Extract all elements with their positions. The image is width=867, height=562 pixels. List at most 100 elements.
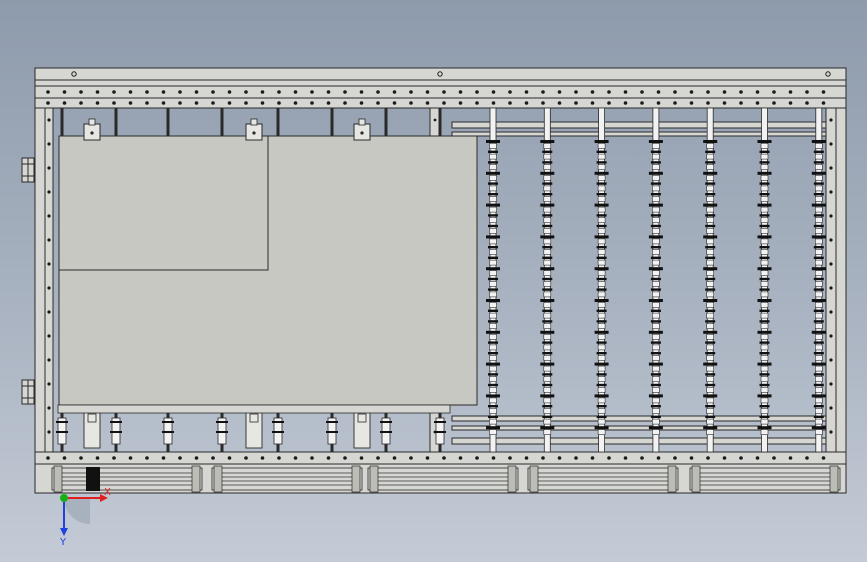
- bolt: [829, 118, 833, 122]
- roller-disc: [650, 224, 661, 228]
- roller-sleeve: [760, 323, 769, 330]
- left-post: [34, 107, 46, 453]
- roller-sleeve: [597, 249, 606, 255]
- roller-sleeve: [706, 333, 715, 340]
- roller-disc: [486, 203, 500, 207]
- roller-sleeve: [814, 249, 823, 255]
- roller-disc: [648, 140, 663, 143]
- roller-disc: [811, 426, 826, 430]
- roller-disc: [813, 352, 824, 355]
- roller-sleeve: [814, 376, 823, 383]
- roller-sleeve: [652, 259, 660, 266]
- roller-sleeve: [597, 238, 606, 245]
- roller-disc: [650, 373, 661, 376]
- bolt: [112, 101, 116, 105]
- roller-disc: [648, 426, 663, 430]
- triad-shadow: [64, 498, 90, 524]
- roller-disc: [488, 224, 498, 228]
- bolt: [829, 214, 833, 218]
- roller-sleeve: [706, 365, 715, 372]
- roller-sleeve: [489, 429, 497, 436]
- bolt: [46, 90, 50, 94]
- bolt: [706, 101, 710, 105]
- bolt: [673, 101, 677, 105]
- roller-disc: [705, 150, 716, 153]
- roller-disc: [650, 341, 661, 344]
- roller-disc: [811, 330, 826, 334]
- roller-disc: [594, 267, 609, 271]
- roller-disc: [650, 309, 661, 312]
- roller-sleeve: [489, 323, 497, 330]
- roller-sleeve: [543, 312, 552, 319]
- roller-sleeve: [489, 291, 497, 298]
- roller-sleeve: [543, 408, 552, 414]
- roller-disc: [757, 203, 772, 207]
- base-segment: [527, 467, 679, 491]
- roller-sleeve: [652, 355, 660, 361]
- axis-triad: X Y: [59, 487, 111, 548]
- bolt: [95, 456, 100, 460]
- roller-disc: [648, 171, 663, 175]
- roller-disc: [540, 362, 555, 366]
- roller-disc: [596, 309, 607, 312]
- roller-disc: [811, 235, 826, 239]
- roller-disc: [759, 341, 770, 344]
- lower-guide-rail-3: [451, 437, 827, 445]
- roller-disc: [542, 320, 553, 323]
- base-clip: [351, 465, 361, 493]
- base-segments: [51, 465, 841, 493]
- roller-disc: [705, 246, 716, 249]
- roller-sleeve: [489, 280, 497, 287]
- bolt: [376, 90, 380, 94]
- roller-sleeve: [760, 365, 769, 372]
- bolt: [739, 101, 743, 105]
- bolt: [623, 101, 628, 105]
- roller-disc: [486, 235, 500, 239]
- cad-viewport[interactable]: X Y: [0, 0, 867, 562]
- roller-disc: [488, 309, 498, 312]
- roller-sleeve: [489, 302, 497, 308]
- roller-sleeve: [489, 344, 497, 351]
- base-clip: [369, 465, 379, 493]
- bolt: [829, 262, 833, 266]
- roller-sleeve: [543, 238, 552, 245]
- bolt: [524, 101, 529, 105]
- roller-sleeve: [543, 376, 552, 383]
- roller-sleeve: [706, 143, 715, 149]
- roller-disc: [705, 320, 716, 323]
- bolt: [194, 456, 199, 460]
- bolt: [821, 90, 826, 94]
- left-bracket-upper: [21, 157, 35, 183]
- bolt: [194, 101, 199, 105]
- roller-disc: [650, 182, 661, 185]
- bolt: [359, 90, 364, 94]
- bolt: [46, 101, 50, 105]
- roller-sleeve: [597, 164, 606, 170]
- base-clip: [213, 465, 223, 493]
- roller-sleeve: [543, 153, 552, 160]
- bolt: [739, 90, 743, 94]
- roller-sleeve: [597, 312, 606, 319]
- base-clip: [507, 465, 517, 493]
- roller-disc: [594, 203, 609, 207]
- roller-sleeve: [543, 397, 552, 404]
- bolt: [706, 456, 710, 460]
- roller-sleeve: [597, 376, 606, 383]
- bolt: [277, 90, 281, 94]
- roller-disc: [596, 214, 607, 217]
- roller-disc: [488, 320, 498, 323]
- roller-sleeve: [597, 344, 606, 351]
- roller-sleeve: [760, 143, 769, 149]
- plate-bottom-edge: [57, 404, 451, 414]
- roller-sleeve: [652, 175, 660, 181]
- bolt: [47, 334, 51, 338]
- bolt: [755, 101, 760, 105]
- roller-disc: [650, 352, 661, 355]
- left-brackets: [21, 157, 35, 405]
- roller-disc: [757, 394, 772, 398]
- roller-sleeve: [814, 143, 823, 149]
- roller-columns: [486, 107, 826, 453]
- bolt: [244, 456, 248, 460]
- bolt: [409, 90, 413, 94]
- roller-sleeve: [814, 280, 823, 287]
